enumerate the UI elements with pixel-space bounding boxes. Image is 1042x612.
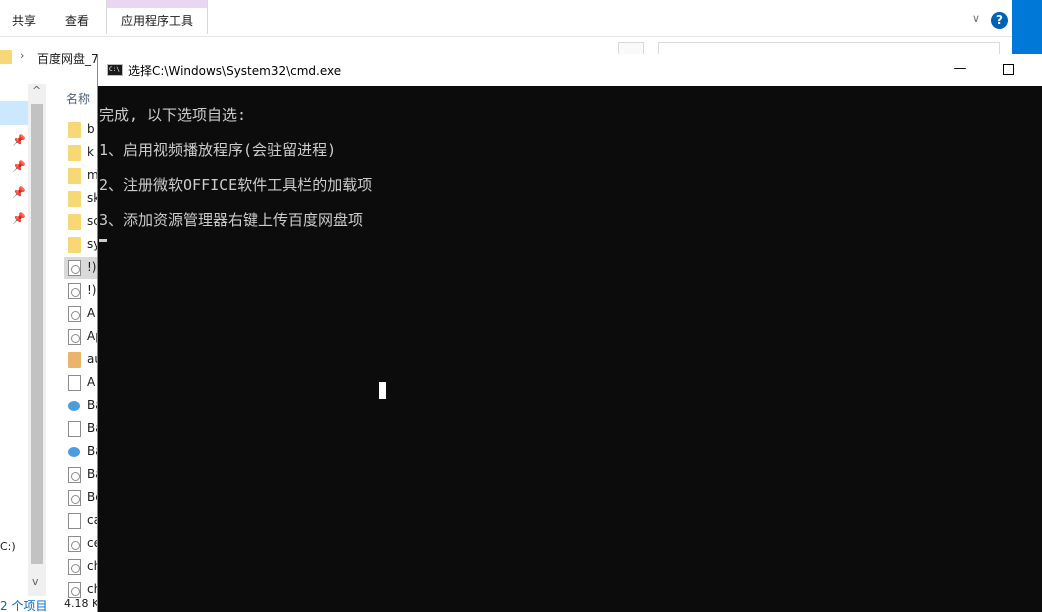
file-list-item[interactable]: Ap xyxy=(64,326,103,348)
file-list-item[interactable]: !) xyxy=(64,257,100,279)
status-item-count: 2 个项目 xyxy=(0,599,48,612)
cmd-title-bar[interactable]: C:\ 选择C:\Windows\System32\cmd.exe — xyxy=(98,54,1042,86)
mouse-pointer-icon xyxy=(379,382,386,399)
nav-scrollbar-thumb[interactable] xyxy=(31,104,43,564)
cmd-window[interactable]: C:\ 选择C:\Windows\System32\cmd.exe — 完成, … xyxy=(97,54,1042,612)
console-line: 完成, 以下选项自选: xyxy=(99,106,247,124)
folder-icon xyxy=(68,122,81,138)
text-cursor xyxy=(99,239,107,242)
column-header-name[interactable]: 名称 xyxy=(66,90,90,107)
folder-icon xyxy=(68,145,81,161)
folder-icon xyxy=(68,214,81,230)
settings-file-icon xyxy=(68,467,81,483)
settings-file-icon xyxy=(68,260,81,276)
console-output[interactable]: 完成, 以下选项自选: 1、启用视频播放程序(会驻留进程) 2、注册微软OFFI… xyxy=(98,86,1042,612)
file-list-item[interactable]: !) xyxy=(64,280,100,302)
file-list-item[interactable]: au xyxy=(64,349,102,371)
audio-file-icon xyxy=(68,352,81,368)
file-list-item[interactable]: ch xyxy=(64,556,101,578)
settings-file-icon xyxy=(68,283,81,299)
file-list-item[interactable]: sc xyxy=(64,211,100,233)
tab-share[interactable]: 共享 xyxy=(12,12,36,29)
pin-icon[interactable]: 📌 xyxy=(12,212,26,225)
file-name: !) xyxy=(87,260,97,274)
scroll-down-icon[interactable]: v xyxy=(32,575,39,588)
breadcrumb-separator-icon[interactable]: › xyxy=(20,49,24,62)
file-name: !) xyxy=(87,283,97,297)
ribbon: 共享 查看 应用程序工具 ∨ ? xyxy=(0,0,1012,37)
file-list-item[interactable]: Ba xyxy=(64,418,103,440)
maximize-button[interactable] xyxy=(995,58,1025,82)
settings-file-icon xyxy=(68,536,81,552)
file-name: A xyxy=(87,306,96,320)
console-line: 1、启用视频播放程序(会驻留进程) xyxy=(99,141,337,159)
tab-view[interactable]: 查看 xyxy=(65,12,89,29)
file-list-item[interactable]: Ba xyxy=(64,441,103,463)
console-line: 3、添加资源管理器右键上传百度网盘项 xyxy=(99,211,364,229)
file-name: k xyxy=(87,145,94,159)
file-list-item[interactable]: m xyxy=(64,165,100,187)
folder-icon xyxy=(68,191,81,207)
console-app-icon: C:\ xyxy=(107,64,123,76)
pin-icon[interactable]: 📌 xyxy=(12,186,26,199)
cloud-app-icon xyxy=(68,444,81,460)
file-list-item[interactable]: A xyxy=(64,372,100,394)
file-list-item[interactable]: ce xyxy=(64,533,101,555)
cloud-app-icon xyxy=(68,398,81,414)
minimize-button[interactable]: — xyxy=(945,58,975,82)
file-name: b xyxy=(87,122,95,136)
file-list-item[interactable]: Ba xyxy=(64,464,103,486)
nav-item-local-disk-c[interactable]: C:) xyxy=(0,540,16,553)
settings-file-icon xyxy=(68,559,81,575)
folder-icon xyxy=(68,168,81,184)
file-name: A xyxy=(87,375,96,389)
file-list-item[interactable]: Bc xyxy=(64,487,102,509)
document-icon xyxy=(68,375,81,391)
file-list-item[interactable]: A xyxy=(64,303,100,325)
scroll-up-icon[interactable]: ^ xyxy=(32,84,41,97)
tab-application-tools-label: 应用程序工具 xyxy=(121,14,194,28)
file-list-item[interactable]: Ba xyxy=(64,395,103,417)
tab-application-tools[interactable]: 应用程序工具 xyxy=(106,0,208,34)
window-title: 选择C:\Windows\System32\cmd.exe xyxy=(128,64,342,78)
file-list-item[interactable]: k xyxy=(64,142,100,164)
help-icon[interactable]: ? xyxy=(991,12,1008,29)
settings-file-icon xyxy=(68,306,81,322)
document-icon xyxy=(68,513,81,529)
desktop: 共享 查看 应用程序工具 ∨ ? › 百度网盘_7.x.x.x 📌 📌 📌 📌 … xyxy=(0,0,1042,612)
console-line: 2、注册微软OFFICE软件工具栏的加载项 xyxy=(99,176,373,194)
document-icon xyxy=(68,421,81,437)
file-list-item[interactable]: b xyxy=(64,119,100,141)
settings-file-icon xyxy=(68,490,81,506)
file-list-item[interactable]: sk xyxy=(64,188,100,210)
pin-icon[interactable]: 📌 xyxy=(12,134,26,147)
file-list-item[interactable]: sy xyxy=(64,234,100,256)
folder-icon xyxy=(0,50,12,64)
file-list-item[interactable]: ca xyxy=(64,510,101,532)
ribbon-expand-chevron-icon[interactable]: ∨ xyxy=(972,12,980,25)
settings-file-icon xyxy=(68,329,81,345)
pin-icon[interactable]: 📌 xyxy=(12,160,26,173)
nav-selected-item[interactable] xyxy=(0,101,28,125)
status-selected-size: 4.18 K xyxy=(64,597,100,610)
folder-icon xyxy=(68,237,81,253)
contextual-tab-highlight xyxy=(107,0,207,8)
